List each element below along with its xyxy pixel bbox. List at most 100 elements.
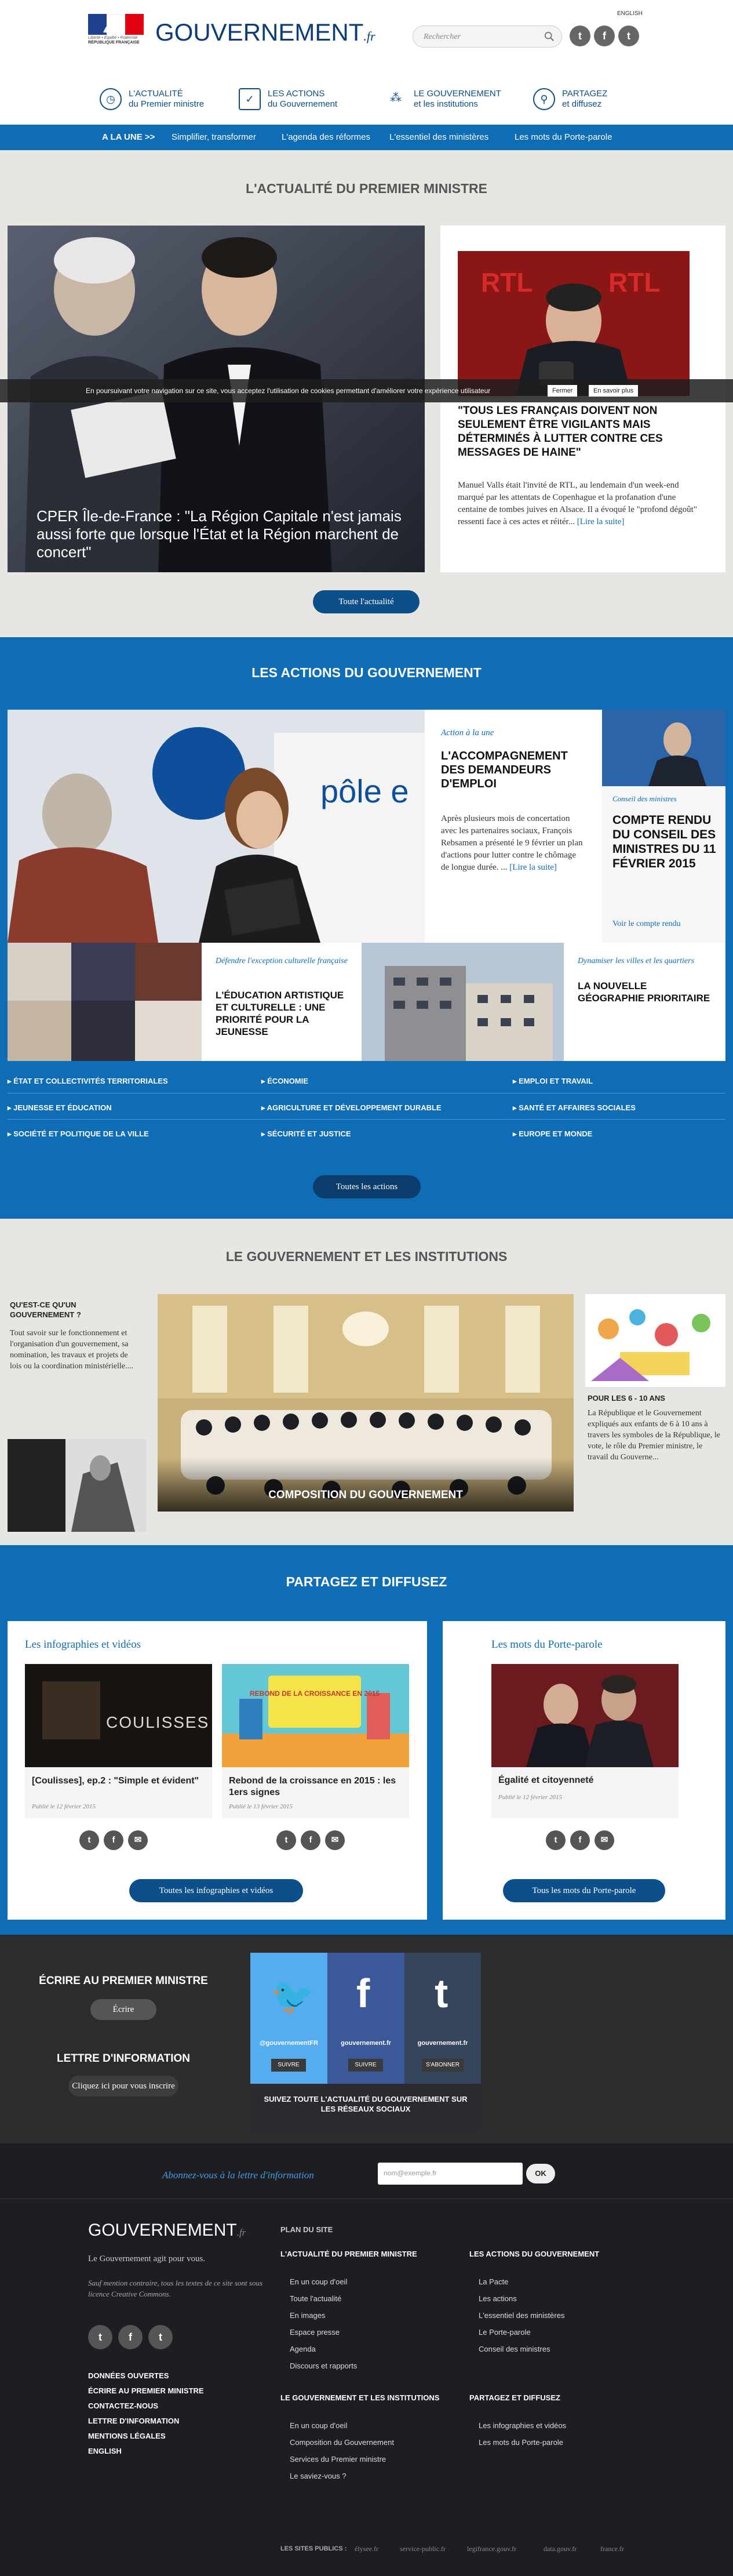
feature-read-more[interactable]: [Lire la suite] (509, 863, 557, 872)
category-item[interactable]: Santé et affaires sociales (513, 1103, 636, 1113)
geo-card[interactable]: Dynamiser les villes et les quartiers LA… (564, 943, 725, 1061)
mail-icon[interactable]: ✉ (325, 1830, 345, 1850)
footer-link[interactable]: DONNÉES OUVERTES (88, 2371, 169, 2380)
plan-link[interactable]: Discours et rapports (290, 2361, 357, 2370)
ecrire-button[interactable]: Écrire (90, 1999, 156, 2020)
nav-actualite[interactable]: ◷ L'actualité du Premier ministre (100, 81, 204, 117)
twitter-icon[interactable]: t (88, 2325, 112, 2349)
qui-title[interactable]: QU'EST-CE QU'UN GOUVERNEMENT ? (10, 1300, 126, 1320)
subnav-simplifier[interactable]: Simplifier, transformer (172, 132, 256, 142)
site-link[interactable]: élysee.fr (355, 2545, 378, 2553)
footer-link[interactable]: ÉCRIRE AU PREMIER MINISTRE (88, 2386, 204, 2395)
subnav-a-la-une[interactable]: A LA UNE >> (102, 132, 155, 142)
footer-link[interactable]: CONTACTEZ-NOUS (88, 2401, 158, 2410)
qui-card[interactable]: QU'EST-CE QU'UN GOUVERNEMENT ? Tout savo… (8, 1294, 147, 1532)
newsletter-email-input[interactable]: nom@exemple.fr (378, 2163, 523, 2185)
twitter-icon[interactable]: t (570, 26, 590, 46)
site-brand[interactable]: GOUVERNEMENT.fr (155, 19, 375, 46)
category-item[interactable]: Jeunesse et éducation (8, 1103, 112, 1113)
item-title[interactable]: Égalité et citoyenneté (498, 1775, 672, 1786)
facebook-follow-button[interactable]: SUIVRE (348, 2059, 383, 2072)
newsletter-ok-button[interactable]: OK (526, 2164, 555, 2183)
all-actions-button[interactable]: Toutes les actions (313, 1175, 421, 1198)
lettre-button[interactable]: Cliquez ici pour vous inscrire (68, 2076, 178, 2097)
plan-link[interactable]: En un coup d'oeil (290, 2277, 347, 2286)
all-news-button[interactable]: Toute l'actualité (313, 590, 420, 613)
twitter-card[interactable]: 🐦 @gouvernementFR SUIVRE (250, 1953, 327, 2084)
search-input[interactable]: Rechercher (413, 26, 562, 48)
twitter-icon[interactable]: t (79, 1830, 99, 1850)
plan-link[interactable]: Le Porte-parole (479, 2328, 531, 2337)
footer-link[interactable]: LETTRE D'INFORMATION (88, 2417, 179, 2425)
nav-gouvernement[interactable]: ⁂ Le Gouvernement et les institutions (385, 81, 501, 117)
main-feature-caption[interactable]: CPER Île-de-France : "La Région Capitale… (37, 507, 407, 561)
facebook-icon[interactable]: f (104, 1830, 123, 1850)
tumblr-icon[interactable]: t (148, 2325, 173, 2349)
all-porte-parole-button[interactable]: Tous les mots du Porte-parole (503, 1879, 665, 1902)
category-item[interactable]: État et collectivités territoriales (8, 1077, 168, 1086)
tumblr-icon[interactable]: t (618, 26, 639, 46)
search-icon[interactable] (544, 31, 555, 42)
tumblr-card[interactable]: t gouvernement.fr S'ABONNER (404, 1953, 481, 2084)
twitter-icon[interactable]: t (546, 1830, 566, 1850)
category-item[interactable]: Emploi et travail (513, 1077, 593, 1086)
item-title[interactable]: [Coulisses], ep.2 : "Simple et évident" (32, 1775, 206, 1787)
cookie-close-button[interactable]: Fermer (548, 385, 578, 397)
subnav-essentiel[interactable]: L'essentiel des ministères (389, 132, 488, 142)
feature-title[interactable]: L'ACCOMPAGNEMENT DES DEMANDEURS D'EMPLOI (441, 749, 586, 791)
footer-brand[interactable]: GOUVERNEMENT.fr (88, 2221, 246, 2240)
mail-icon[interactable]: ✉ (128, 1830, 148, 1850)
plan-link[interactable]: En un coup d'oeil (290, 2421, 347, 2430)
twitter-follow-button[interactable]: SUIVRE (271, 2059, 306, 2072)
plan-link[interactable]: Les infographies et vidéos (479, 2421, 566, 2430)
conseil-title[interactable]: COMPTE RENDU DU CONSEIL DES MINISTRES DU… (612, 813, 717, 871)
plan-heading[interactable]: PARTAGEZ ET DIFFUSEZ (469, 2393, 560, 2402)
plan-link[interactable]: Composition du Gouvernement (290, 2438, 394, 2447)
category-item[interactable]: Sécurité et justice (261, 1129, 351, 1139)
plan-link[interactable]: Conseil des ministres (479, 2345, 550, 2353)
category-item[interactable]: Société et politique de la ville (8, 1129, 149, 1139)
mail-icon[interactable]: ✉ (595, 1830, 614, 1850)
subnav-agenda[interactable]: L'agenda des réformes (282, 132, 370, 142)
plan-heading[interactable]: LES ACTIONS DU GOUVERNEMENT (469, 2250, 599, 2258)
site-link[interactable]: france.fr (600, 2545, 624, 2553)
culture-photo[interactable] (8, 943, 202, 1061)
conseil-card[interactable]: Conseil des ministres COMPTE RENDU DU CO… (602, 710, 725, 943)
facebook-icon[interactable]: f (570, 1830, 590, 1850)
emploi-photo[interactable]: pôle e (8, 710, 425, 943)
all-infographies-button[interactable]: Toutes les infographies et vidéos (129, 1879, 303, 1902)
plan-heading[interactable]: LE GOUVERNEMENT ET LES INSTITUTIONS (280, 2393, 439, 2402)
facebook-icon[interactable]: f (118, 2325, 143, 2349)
infographie-item[interactable]: COULISSES [Coulisses], ep.2 : "Simple et… (25, 1664, 212, 1818)
kids-card[interactable]: POUR LES 6 - 10 ANS La République et le … (585, 1294, 725, 1532)
cookie-more-button[interactable]: En savoir plus (589, 385, 639, 397)
plan-link[interactable]: L'essentiel des ministères (479, 2311, 564, 2320)
plan-link[interactable]: Le saviez-vous ? (290, 2472, 347, 2480)
geo-title[interactable]: LA NOUVELLE GÉOGRAPHIE PRIORITAIRE (578, 980, 711, 1004)
emploi-card[interactable]: Action à la une L'ACCOMPAGNEMENT DES DEM… (425, 710, 602, 943)
plan-link[interactable]: Services du Premier ministre (290, 2455, 386, 2464)
facebook-card[interactable]: f gouvernement.fr SUIVRE (327, 1953, 404, 2084)
culture-card[interactable]: Défendre l'exception culturelle français… (202, 943, 362, 1061)
read-more-link[interactable]: [Lire la suite] (577, 517, 625, 526)
culture-title[interactable]: L'ÉDUCATION ARTISTIQUE ET CULTURELLE : U… (216, 989, 355, 1038)
category-item[interactable]: Europe et monde (513, 1129, 592, 1139)
tumblr-subscribe-button[interactable]: S'ABONNER (422, 2059, 464, 2072)
plan-link[interactable]: Toute l'actualité (290, 2294, 341, 2303)
site-link[interactable]: service-public.fr (400, 2545, 446, 2553)
category-item[interactable]: Agriculture et développement durable (261, 1103, 442, 1113)
plan-heading[interactable]: L'ACTUALITÉ DU PREMIER MINISTRE (280, 2250, 417, 2258)
facebook-icon[interactable]: f (301, 1830, 320, 1850)
infographie-item[interactable]: REBOND DE LA CROISSANCE EN 2015 Rebond d… (222, 1664, 409, 1818)
kids-title[interactable]: POUR LES 6 - 10 ANS (588, 1394, 665, 1403)
plan-link[interactable]: Les actions (479, 2294, 517, 2303)
porte-parole-title[interactable]: Les mots du Porte-parole (491, 1638, 603, 1651)
plan-link[interactable]: La Pacte (479, 2277, 508, 2286)
footer-link[interactable]: MENTIONS LÉGALES (88, 2432, 166, 2440)
plan-link[interactable]: Espace presse (290, 2328, 340, 2337)
site-link[interactable]: data.gouv.fr (544, 2545, 577, 2553)
nav-actions[interactable]: ✓ Les actions du Gouvernement (239, 81, 337, 117)
plan-link[interactable]: Les mots du Porte-parole (479, 2438, 563, 2447)
geo-photo[interactable] (362, 943, 564, 1061)
lang-link[interactable]: ENGLISH (617, 10, 643, 17)
